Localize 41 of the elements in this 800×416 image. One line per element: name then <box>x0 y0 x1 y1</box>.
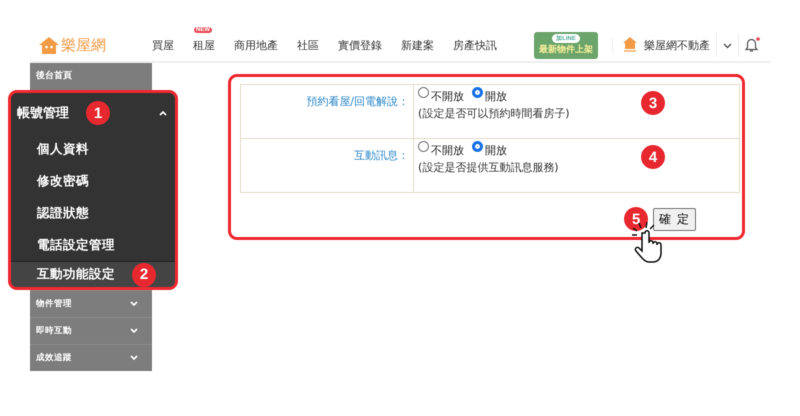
radio-button[interactable] <box>418 87 429 98</box>
sidebar-group-header[interactable]: 物件管理 <box>30 290 152 317</box>
nav-link[interactable]: 房產快訊 <box>453 38 497 52</box>
nav-link[interactable]: 社區 <box>297 38 319 52</box>
sidebar-subitem[interactable]: 認證狀態 <box>11 197 175 229</box>
account-name[interactable]: 樂屋網不動產 <box>644 38 710 52</box>
setting-hint: (設定是否提供互動訊息服務) <box>418 160 559 175</box>
nav-link[interactable]: 買屋 <box>152 38 174 52</box>
chevron-down-icon[interactable] <box>723 42 732 48</box>
sidebar-item[interactable]: 後台首頁 <box>30 63 152 90</box>
notification-bell-icon[interactable] <box>745 37 760 53</box>
chevron-up-icon[interactable] <box>159 110 167 116</box>
setting-hint: (設定是否可以預約時間看房子) <box>418 106 570 121</box>
sidebar-group-header[interactable]: 帳號管理 <box>17 104 69 122</box>
sidebar-group-header[interactable]: 成效追蹤 <box>30 344 152 371</box>
house-icon <box>623 37 637 53</box>
setting-label: 互動訊息： <box>240 138 414 192</box>
step-number-badge: 1 <box>86 101 110 125</box>
step-number-badge: 5 <box>624 207 648 231</box>
nav-link[interactable]: 新建案 <box>401 38 434 52</box>
nav-link[interactable]: 實價登錄 <box>338 38 382 52</box>
step-number-badge: 2 <box>132 262 156 286</box>
radio-label[interactable]: 不開放 <box>431 89 464 104</box>
radio-button[interactable] <box>418 141 429 152</box>
nav-link[interactable]: 商用地產 <box>234 38 278 52</box>
radio-label[interactable]: 開放 <box>485 143 507 158</box>
sidebar-subitem[interactable]: 互動功能設定 2 <box>11 261 175 287</box>
confirm-button[interactable]: 確 定 <box>653 208 696 230</box>
sidebar-group-header[interactable]: 即時互動 <box>30 317 152 344</box>
radio-label[interactable]: 開放 <box>485 89 507 104</box>
house-logo-icon <box>39 36 59 54</box>
step-number-badge: 3 <box>641 91 665 115</box>
radio-button[interactable] <box>472 141 483 152</box>
sidebar-subitem[interactable]: 修改密碼 <box>11 165 175 197</box>
sidebar-subitem[interactable]: 個人資料 <box>11 133 175 165</box>
nav-link[interactable]: 租屋 <box>193 38 215 52</box>
setting-label: 預約看屋/回電解說： <box>240 84 414 138</box>
step-number-badge: 4 <box>641 145 665 169</box>
radio-label[interactable]: 不開放 <box>431 143 464 158</box>
radio-button[interactable] <box>472 87 483 98</box>
sidebar-subitem[interactable]: 電話設定管理 <box>11 229 175 261</box>
